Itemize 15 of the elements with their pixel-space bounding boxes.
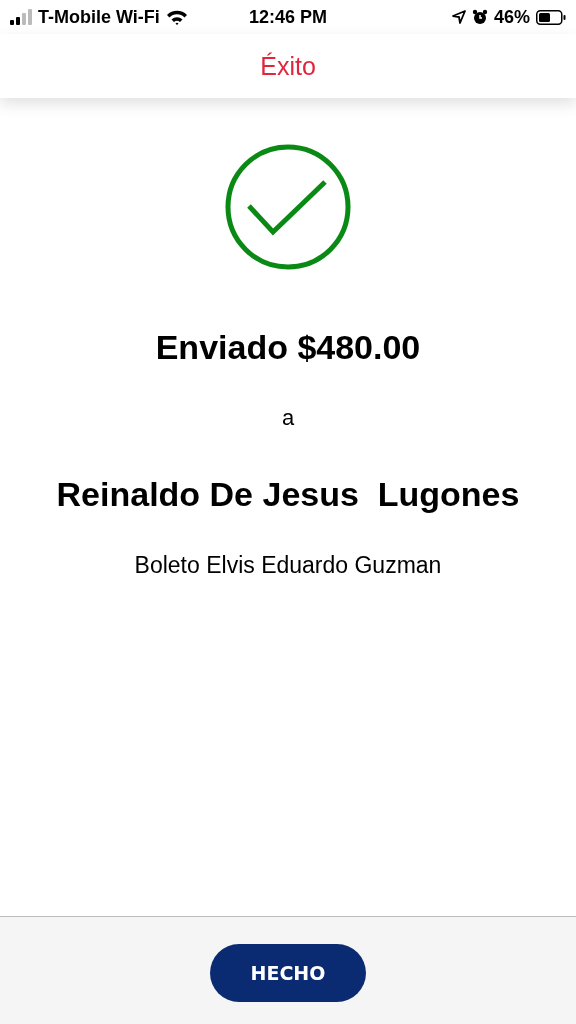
clock-time: 12:46 PM: [249, 6, 328, 28]
screen-title: Éxito: [260, 51, 316, 81]
recipient-name: Reinaldo De Jesus Lugones: [56, 475, 520, 514]
amount-sent: Enviado $480.00: [155, 328, 421, 367]
alarm-clock-icon: [472, 9, 488, 25]
done-button[interactable]: HECHO: [210, 943, 366, 1002]
battery-percentage: 46%: [494, 6, 530, 28]
signal-icon: [10, 9, 32, 25]
connector-text: a: [281, 405, 295, 431]
wifi-icon: [165, 9, 188, 25]
payment-memo: Boleto Elvis Eduardo Guzman: [134, 552, 442, 579]
battery-icon: [536, 9, 566, 25]
success-check-icon: [225, 144, 351, 270]
location-arrow-icon: [452, 10, 466, 24]
carrier-name: T-Mobile Wi-Fi: [38, 6, 160, 28]
